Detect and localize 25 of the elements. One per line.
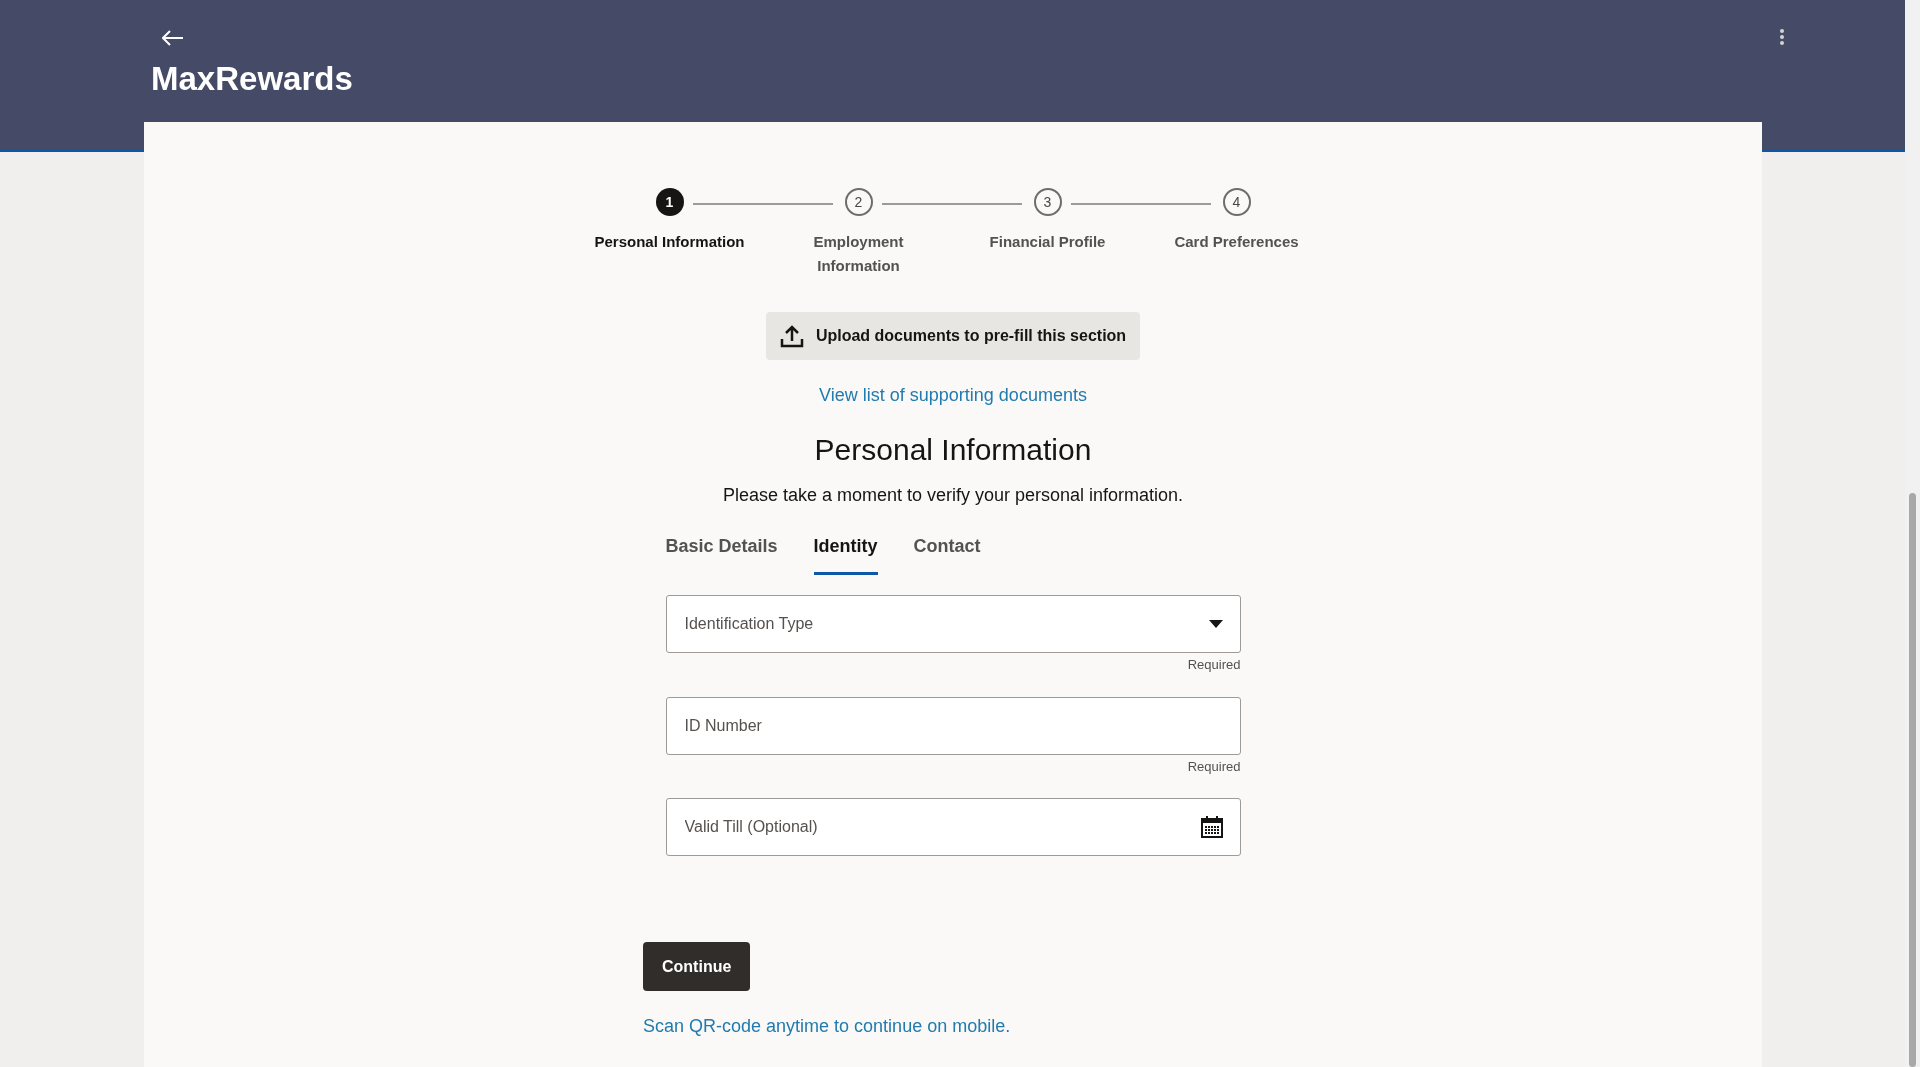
tab[interactable]: Contact [913, 533, 981, 575]
back-arrow-icon[interactable] [162, 30, 184, 46]
app-title: MaxRewards [151, 59, 353, 99]
calendar-icon[interactable] [1200, 816, 1223, 838]
date-field[interactable]: Valid Till (Optional) [665, 798, 1241, 856]
step-label: Financial Profile [988, 232, 1107, 252]
step-label: Personal Information [593, 232, 746, 252]
section-title: Personal Information [814, 432, 1092, 468]
tab[interactable]: Basic Details [665, 533, 778, 575]
input-field[interactable]: ID Number [665, 696, 1241, 755]
qr-code-link[interactable]: Scan QR-code anytime to continue on mobile. [643, 1013, 1011, 1040]
continue-button[interactable]: Continue [643, 942, 751, 991]
dropdown-caret-icon[interactable] [1208, 620, 1223, 628]
scrollbar-thumb[interactable] [1909, 493, 1916, 1067]
section-subtitle: Please take a moment to verify your personal information. [722, 484, 1184, 507]
tab[interactable]: Identity [813, 533, 878, 575]
supporting-documents-link[interactable]: View list of supporting documents [819, 382, 1087, 409]
select-field[interactable]: Identification Type [665, 595, 1241, 653]
upload-icon [779, 324, 804, 348]
step-label: Card Preferences [1173, 232, 1300, 252]
upload-documents-button[interactable]: Upload documents to pre-fill this section [765, 312, 1141, 360]
required-hint: Required [1187, 757, 1241, 776]
required-hint: Required [1187, 656, 1241, 674]
more-options-icon[interactable] [1779, 28, 1785, 46]
step-label: Employment Information [812, 232, 905, 276]
